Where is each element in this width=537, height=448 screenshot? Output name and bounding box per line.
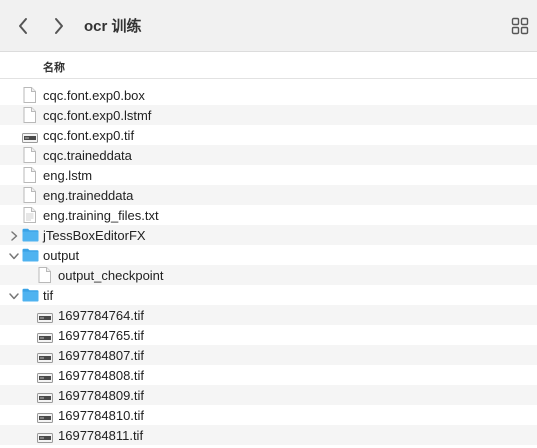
toolbar: ocr 训练 [0,0,537,52]
back-button[interactable] [12,14,34,38]
file-name: cqc.font.exp0.lstmf [43,108,152,123]
file-row[interactable]: 1697784807.tif [0,345,537,365]
file-name: cqc.font.exp0.box [43,88,145,103]
folder-icon [22,248,39,262]
file-row[interactable]: eng.training_files.txt [0,205,537,225]
image-file-icon [37,330,53,343]
image-file-icon [37,370,53,383]
icon-view-button[interactable] [511,17,529,35]
file-name: 1697784764.tif [58,308,145,323]
forward-button[interactable] [48,14,70,38]
text-file-icon [23,207,36,223]
file-row[interactable]: cqc.font.exp0.lstmf [0,105,537,125]
file-row[interactable]: 1697784764.tif [0,305,537,325]
file-row[interactable]: cqc.font.exp0.tif [0,125,537,145]
file-row[interactable]: 1697784808.tif [0,365,537,385]
file-row[interactable]: eng.lstm [0,165,537,185]
file-name: jTessBoxEditorFX [43,228,146,243]
document-icon [23,147,36,163]
image-file-icon [37,430,53,443]
file-name: 1697784809.tif [58,388,145,403]
column-header: 名称 [0,53,537,79]
document-icon [23,167,36,183]
chevron-down-icon[interactable] [8,289,20,301]
file-name: cqc.font.exp0.tif [43,128,135,143]
chevron-right-icon [55,18,63,34]
image-file-icon [22,130,38,143]
image-file-icon [37,310,53,323]
file-name: output_checkpoint [58,268,164,283]
image-file-icon [37,390,53,403]
file-row[interactable]: 1697784809.tif [0,385,537,405]
file-name: 1697784808.tif [58,368,145,383]
folder-icon [22,288,39,302]
file-name: 1697784811.tif [58,428,144,443]
file-row[interactable]: cqc.traineddata [0,145,537,165]
chevron-down-icon[interactable] [8,249,20,261]
chevron-right-icon[interactable] [8,229,20,241]
file-list: cqc.font.exp0.box cqc.font.exp0.lstmf cqc.… [0,85,537,445]
file-row[interactable]: 1697784810.tif [0,405,537,425]
file-row[interactable]: eng.traineddata [0,185,537,205]
name-column-header[interactable]: 名称 [43,59,65,75]
file-row[interactable]: cqc.font.exp0.box [0,85,537,105]
document-icon [23,87,36,103]
file-name: 1697784810.tif [58,408,145,423]
window-title: ocr 训练 [84,18,142,35]
image-file-icon [37,410,53,423]
folder-row[interactable]: output [0,245,537,265]
file-row[interactable]: output_checkpoint [0,265,537,285]
folder-row[interactable]: jTessBoxEditorFX [0,225,537,245]
file-name: eng.traineddata [43,188,134,203]
document-icon [38,267,51,283]
folder-row[interactable]: tif [0,285,537,305]
file-row[interactable]: 1697784765.tif [0,325,537,345]
folder-icon [22,228,39,242]
file-name: 1697784765.tif [58,328,145,343]
file-name: cqc.traineddata [43,148,132,163]
document-icon [23,107,36,123]
file-name: tif [43,288,54,303]
file-row[interactable]: 1697784811.tif [0,425,537,445]
file-name: eng.lstm [43,168,93,183]
document-icon [23,187,36,203]
grid-view-icon [511,17,529,35]
file-name: eng.training_files.txt [43,208,159,223]
image-file-icon [37,350,53,363]
file-name: output [43,248,80,263]
chevron-left-icon [19,18,27,34]
file-name: 1697784807.tif [58,348,145,363]
